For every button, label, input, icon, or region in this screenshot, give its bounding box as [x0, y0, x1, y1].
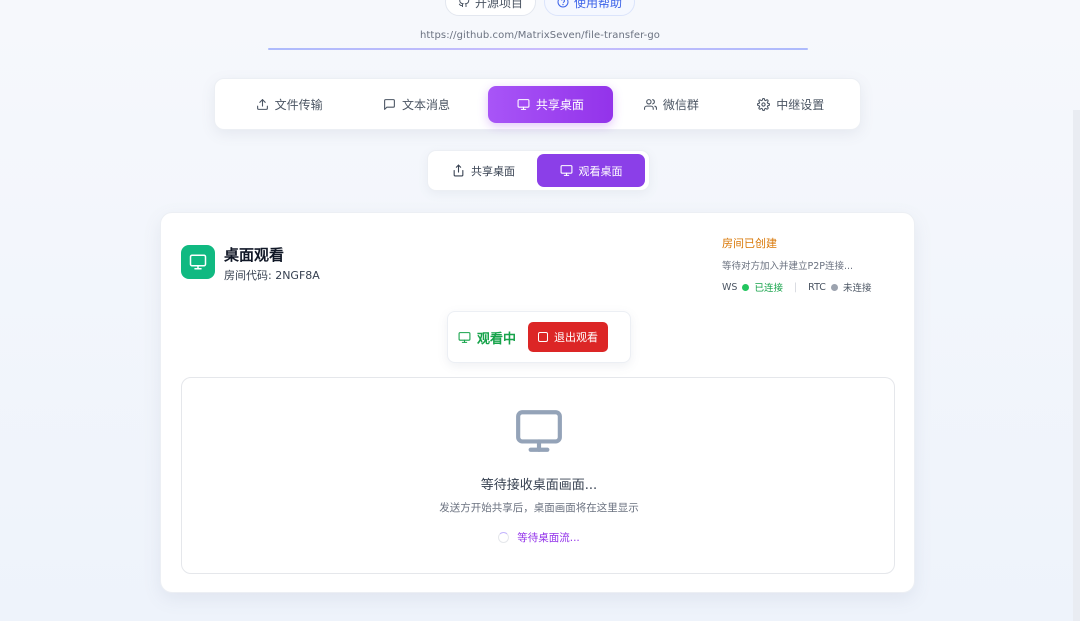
rtc-status-dot — [830, 283, 838, 291]
divider: | — [793, 281, 798, 293]
help-circle-icon — [557, 0, 569, 8]
monitor-icon — [513, 406, 565, 456]
connection-status: 房间已创建 等待对方加入并建立P2P连接... WS 已连接 | RTC 未连接 — [722, 235, 894, 294]
monitor-icon — [517, 98, 530, 110]
card-icon-badge — [181, 245, 215, 279]
url-underline — [268, 48, 808, 50]
header-links: 开源项目 使用帮助 — [0, 0, 1080, 16]
room-code: 房间代码: 2NGF8A — [224, 269, 320, 282]
page: 开源项目 使用帮助 https://github.com/MatrixSeven… — [0, 0, 1080, 621]
ws-status-dot — [742, 283, 750, 291]
tab-label: 共享桌面 — [535, 97, 584, 112]
share-icon — [453, 164, 464, 177]
help-link[interactable]: 使用帮助 — [544, 0, 636, 16]
help-label: 使用帮助 — [574, 0, 623, 10]
ws-label: WS — [722, 281, 738, 293]
monitor-icon — [189, 254, 207, 270]
spinner-icon — [498, 532, 510, 543]
exit-label: 退出观看 — [554, 331, 599, 344]
watching-indicator: 观看中 — [458, 328, 516, 347]
watch-controls: 观看中 退出观看 — [447, 311, 631, 363]
waiting-stream: 等待桌面流... — [182, 530, 896, 545]
tab-text-message[interactable]: 文本消息 — [355, 86, 477, 123]
github-icon — [458, 0, 470, 7]
open-source-link[interactable]: 开源项目 — [444, 0, 536, 16]
scrollbar[interactable] — [1073, 110, 1080, 621]
subtab-watch-desktop[interactable]: 观看桌面 — [537, 154, 645, 187]
desktop-view-card: 桌面观看 房间代码: 2NGF8A 房间已创建 等待对方加入并建立P2P连接..… — [160, 212, 915, 593]
watching-label: 观看中 — [477, 331, 517, 347]
tab-label: 中继设置 — [776, 97, 825, 112]
tab-file-transfer[interactable]: 文件传输 — [223, 86, 355, 123]
tab-label: 文本消息 — [402, 97, 451, 112]
subtab-label: 共享桌面 — [471, 164, 515, 178]
monitor-icon — [560, 165, 572, 176]
sub-tab-bar: 共享桌面 观看桌面 — [427, 150, 650, 191]
subtab-share-desktop[interactable]: 共享桌面 — [432, 154, 535, 187]
waiting-title: 等待接收桌面画面... — [480, 478, 598, 493]
main-tab-bar: 文件传输 文本消息 共享桌面 微信群 中继设置 — [214, 78, 861, 130]
rtc-label: RTC — [808, 281, 826, 293]
open-source-label: 开源项目 — [474, 0, 523, 10]
tab-relay-settings[interactable]: 中继设置 — [730, 86, 852, 123]
upload-icon — [256, 98, 268, 110]
connection-indicators: WS 已连接 | RTC 未连接 — [722, 280, 894, 295]
tab-share-desktop[interactable]: 共享桌面 — [487, 85, 614, 123]
tab-wechat-group[interactable]: 微信群 — [613, 86, 730, 123]
subtab-label: 观看桌面 — [578, 164, 623, 178]
waiting-subtitle: 发送方开始共享后，桌面画面将在这里显示 — [439, 502, 639, 514]
tab-label: 微信群 — [662, 97, 699, 112]
card-title: 桌面观看 — [224, 246, 285, 264]
status-title: 房间已创建 — [722, 237, 777, 250]
users-icon — [643, 98, 657, 110]
repo-url[interactable]: https://github.com/MatrixSeven/file-tran… — [0, 30, 1080, 41]
monitor-icon — [458, 331, 471, 343]
ws-status: 已连接 — [754, 283, 783, 294]
message-icon — [384, 98, 395, 110]
tab-label: 文件传输 — [274, 97, 323, 112]
rtc-status: 未连接 — [842, 283, 872, 294]
desktop-viewer: 等待接收桌面画面... 发送方开始共享后，桌面画面将在这里显示 等待桌面流... — [181, 377, 895, 574]
status-subtitle: 等待对方加入并建立P2P连接... — [722, 261, 854, 272]
exit-watch-button[interactable]: 退出观看 — [528, 322, 609, 352]
waiting-stream-label: 等待桌面流... — [517, 532, 580, 544]
stop-icon — [538, 332, 549, 342]
gear-icon — [757, 97, 771, 111]
